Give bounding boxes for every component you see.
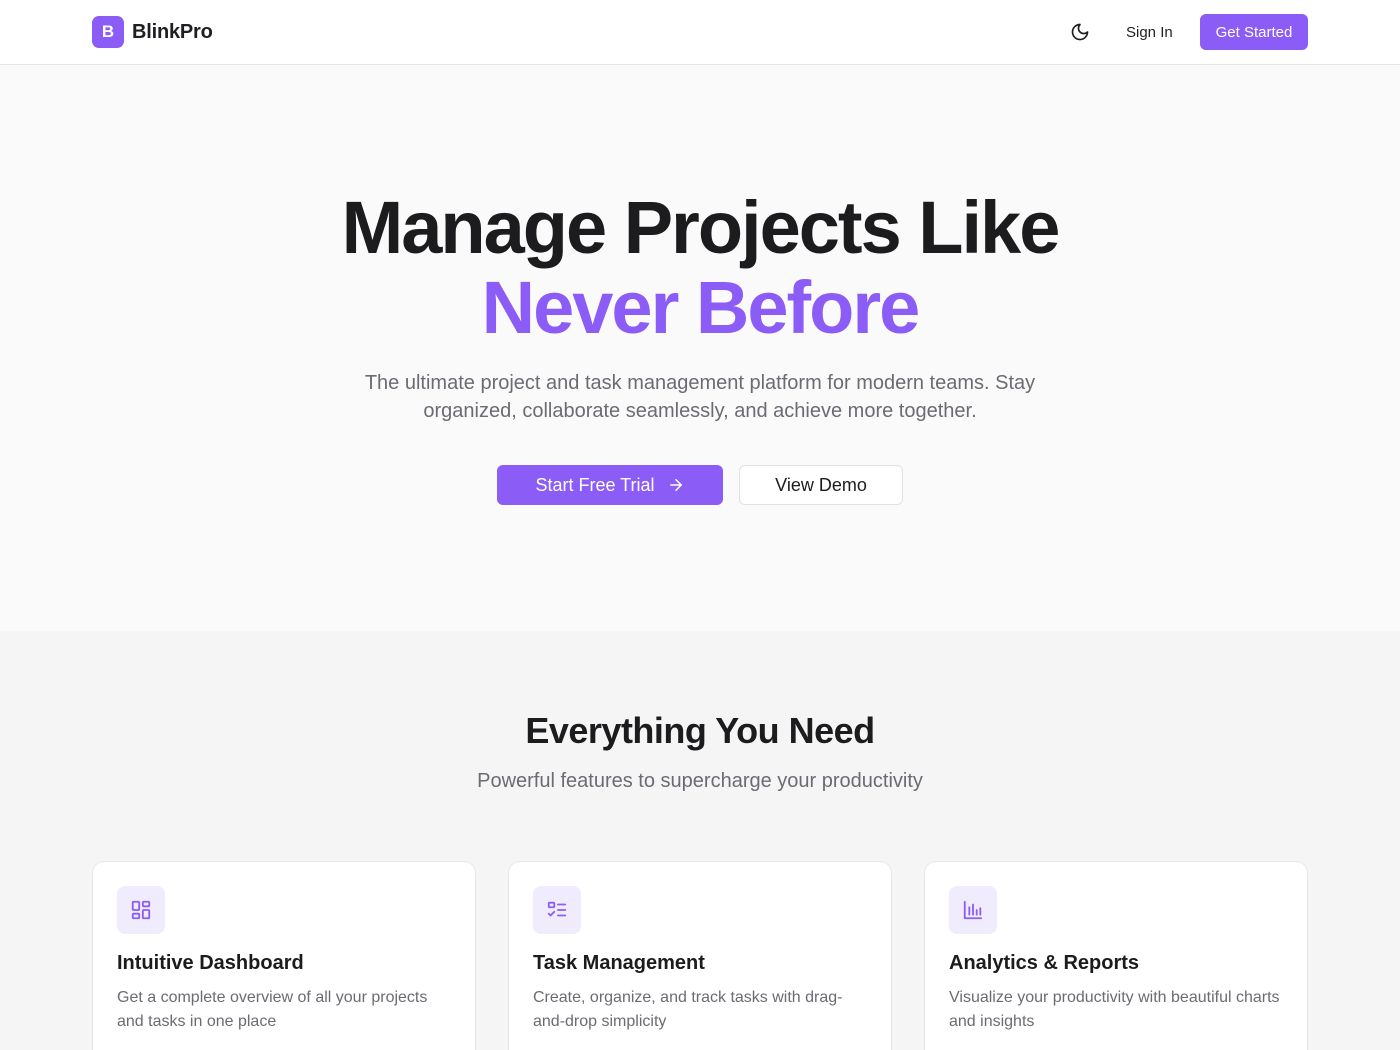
sign-in-button[interactable]: Sign In bbox=[1112, 14, 1187, 50]
feature-card-description: Visualize your productivity with beautif… bbox=[949, 989, 1280, 1030]
dashboard-icon bbox=[117, 886, 165, 934]
feature-card-dashboard: Intuitive Dashboard Get a complete overv… bbox=[92, 861, 476, 1050]
start-free-trial-label: Start Free Trial bbox=[535, 474, 655, 495]
feature-card-analytics: Analytics & Reports Visualize your produ… bbox=[924, 861, 1308, 1050]
start-free-trial-button[interactable]: Start Free Trial bbox=[497, 465, 723, 505]
hero-title-accent: Never Before bbox=[481, 266, 921, 349]
brand-logo[interactable]: B BlinkPro bbox=[92, 16, 213, 48]
bar-chart-icon bbox=[949, 886, 997, 934]
task-list-icon bbox=[533, 886, 581, 934]
feature-card-title: Intuitive Dashboard bbox=[117, 952, 304, 974]
feature-card-description: Get a complete overview of all your proj… bbox=[117, 989, 428, 1030]
feature-card-tasks: Task Management Create, organize, and tr… bbox=[508, 861, 892, 1050]
features-title: Everything You Need bbox=[525, 710, 875, 751]
feature-card-description: Create, organize, and track tasks with d… bbox=[533, 989, 843, 1030]
feature-card-title: Analytics & Reports bbox=[949, 952, 1140, 974]
hero-subtitle: The ultimate project and task management… bbox=[364, 372, 1036, 422]
arrow-right-icon bbox=[669, 479, 682, 491]
hero-title-line1: Manage Projects Like bbox=[341, 186, 1061, 269]
hero-title: Manage Projects Like Never Before bbox=[0, 188, 1400, 348]
feature-card-title: Task Management bbox=[533, 952, 705, 974]
view-demo-button[interactable]: View Demo bbox=[739, 465, 903, 505]
theme-toggle-button[interactable] bbox=[1066, 18, 1094, 46]
get-started-button[interactable]: Get Started bbox=[1200, 14, 1308, 50]
top-navbar: B BlinkPro Sign In Get Started bbox=[0, 0, 1400, 65]
features-subtitle: Powerful features to supercharge your pr… bbox=[477, 770, 923, 792]
logo-mark: B bbox=[92, 16, 124, 48]
moon-icon bbox=[1071, 23, 1089, 41]
brand-name: BlinkPro bbox=[132, 20, 213, 43]
